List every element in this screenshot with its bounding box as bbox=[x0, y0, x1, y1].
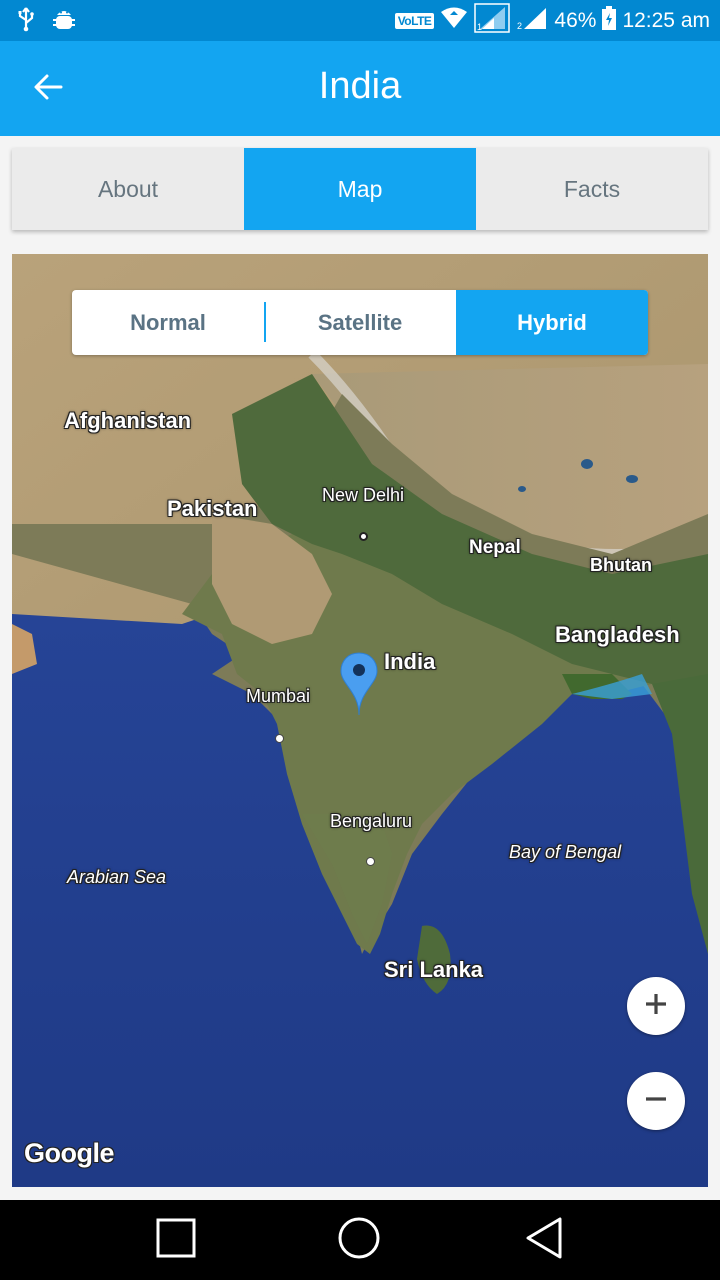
map-label-bay-of-bengal: Bay of Bengal bbox=[509, 842, 622, 862]
home-icon bbox=[338, 1217, 380, 1264]
recents-button[interactable] bbox=[154, 1218, 198, 1262]
map-label-pakistan: Pakistan bbox=[167, 496, 258, 521]
map-type-satellite-label: Satellite bbox=[317, 309, 403, 335]
map-type-selector: Normal Satellite Hybrid bbox=[72, 290, 648, 355]
page-title: India bbox=[318, 65, 402, 107]
map-label-bangladesh: Bangladesh bbox=[555, 622, 680, 647]
segment-divider bbox=[264, 302, 266, 342]
android-debug-icon bbox=[52, 6, 76, 37]
home-button[interactable] bbox=[337, 1217, 381, 1264]
map-label-arabian-sea: Arabian Sea bbox=[67, 867, 167, 887]
recents-icon bbox=[156, 1218, 196, 1263]
city-dot-mumbai bbox=[275, 734, 284, 743]
signal-sim2-icon: 2 bbox=[516, 5, 548, 37]
map-label-bengaluru: Bengaluru bbox=[330, 811, 413, 831]
map-label-sri-lanka: Sri Lanka bbox=[384, 957, 484, 982]
google-attribution: Google bbox=[24, 1138, 115, 1168]
map-label-india: India bbox=[384, 649, 436, 674]
svg-text:1: 1 bbox=[477, 22, 482, 32]
tab-about[interactable]: About bbox=[12, 148, 244, 230]
tab-bar: About Map Facts bbox=[12, 148, 708, 230]
plus-icon bbox=[644, 992, 668, 1021]
zoom-out-button[interactable] bbox=[627, 1072, 685, 1130]
satellite-imagery bbox=[12, 254, 708, 1187]
nav-back-button[interactable] bbox=[522, 1217, 566, 1264]
tab-facts[interactable]: Facts bbox=[476, 148, 708, 230]
city-dot-new-delhi bbox=[359, 532, 368, 541]
map-type-hybrid[interactable]: Hybrid bbox=[456, 290, 648, 355]
status-bar: VoLTE 1 2 46% 12:25 am bbox=[0, 0, 720, 41]
svg-text:2: 2 bbox=[517, 21, 522, 31]
app-bar: India bbox=[0, 41, 720, 136]
map-marker[interactable] bbox=[340, 652, 378, 716]
volte-badge: VoLTE bbox=[394, 13, 435, 29]
map-label-new-delhi: New Delhi bbox=[322, 485, 405, 505]
clock: 12:25 am bbox=[622, 9, 710, 32]
battery-percent: 46% bbox=[554, 9, 597, 32]
map-pin-icon bbox=[340, 652, 378, 720]
city-dot-bengaluru bbox=[366, 857, 375, 866]
map-type-normal[interactable]: Normal bbox=[72, 290, 264, 355]
minus-icon bbox=[644, 1087, 668, 1116]
navigation-bar bbox=[0, 1200, 720, 1280]
battery-charging-icon bbox=[602, 6, 617, 36]
map-type-satellite[interactable]: Satellite bbox=[264, 290, 456, 355]
map-label-mumbai: Mumbai bbox=[246, 686, 311, 706]
tab-map[interactable]: Map bbox=[244, 148, 476, 230]
wifi-icon bbox=[440, 6, 468, 36]
back-triangle-icon bbox=[524, 1217, 564, 1264]
map-label-nepal: Nepal bbox=[469, 537, 521, 558]
map-label-bhutan: Bhutan bbox=[590, 555, 652, 575]
map-view[interactable]: Normal Satellite Hybrid Afghanistan Paki… bbox=[12, 254, 708, 1187]
usb-icon bbox=[16, 6, 36, 37]
map-label-afghanistan: Afghanistan bbox=[64, 408, 192, 433]
zoom-in-button[interactable] bbox=[627, 977, 685, 1035]
signal-sim1-icon: 1 bbox=[474, 3, 511, 39]
